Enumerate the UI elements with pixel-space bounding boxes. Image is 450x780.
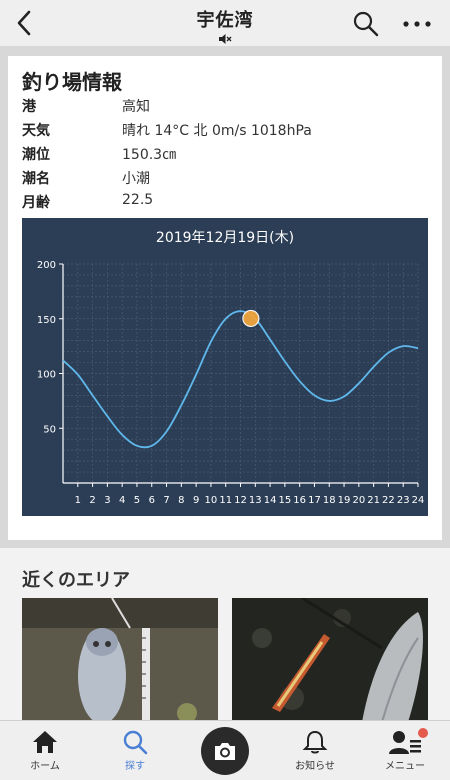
- info-label: 天気: [22, 123, 50, 139]
- nearby-photo-squid[interactable]: [22, 598, 218, 722]
- speaker-mute-icon: [219, 34, 232, 44]
- x-tick-label: 6: [149, 495, 155, 506]
- tab-label: ホーム: [30, 761, 60, 772]
- home-icon: [33, 731, 57, 753]
- info-value: 150.3㎝: [122, 147, 177, 163]
- tab-search[interactable]: 探す: [90, 721, 180, 780]
- x-tick-label: 20: [352, 495, 365, 506]
- tide-chart-svg: 2019年12月19日(木)1 2 3 4 5 6 7 8 9 10 11 12 13 14 15 16 17 1…: [37, 230, 425, 506]
- x-tick-label: 10: [205, 495, 218, 506]
- info-value: 22.5: [122, 192, 154, 208]
- tab-menu[interactable]: メニュー: [360, 721, 450, 780]
- camera-icon: [215, 743, 235, 760]
- chart-title: 2019年12月19日(木): [156, 230, 294, 246]
- x-tick-label: 14: [264, 495, 277, 506]
- info-label: 潮名: [22, 171, 50, 187]
- x-tick-label: 24: [412, 495, 425, 506]
- x-tick-label: 16: [293, 495, 306, 506]
- nearby-title: 近くのエリア: [22, 570, 130, 591]
- info-value: 小潮: [122, 171, 150, 187]
- x-tick-label: 23: [397, 495, 410, 506]
- notification-badge: [418, 728, 428, 738]
- card-title: 釣り場情報: [22, 70, 122, 94]
- x-tick-label: 1: [75, 495, 81, 506]
- tide-chart: 2019年12月19日(木) 1 2 3 4 5 6 7 8 9 10 11 12 13 14 15 16 17 1…: [22, 218, 428, 516]
- info-value: 高知: [122, 99, 150, 115]
- info-label: 月齢: [22, 195, 50, 211]
- tide-series-line: [62, 310, 419, 449]
- x-tick-label: 18: [323, 495, 336, 506]
- x-tick-label: 21: [367, 495, 380, 506]
- x-tick-label: 15: [279, 495, 292, 506]
- camera-button[interactable]: [201, 727, 249, 775]
- tab-label: メニュー: [385, 761, 425, 772]
- user-menu-icon: [389, 731, 421, 754]
- x-tick-label: 3: [104, 495, 110, 506]
- y-tick-label: 200: [37, 260, 56, 271]
- tab-label: 探す: [125, 761, 145, 772]
- tab-notifications[interactable]: お知らせ: [270, 721, 360, 780]
- x-tick-label: 12: [234, 495, 247, 506]
- info-label: 港: [22, 99, 36, 115]
- tab-label: お知らせ: [295, 761, 335, 772]
- more-dots-icon[interactable]: [400, 10, 434, 38]
- tab-home[interactable]: ホーム: [0, 721, 90, 780]
- x-tick-label: 5: [134, 495, 140, 506]
- x-tick-label: 19: [338, 495, 351, 506]
- x-tick-label: 11: [219, 495, 232, 506]
- top-bar: 宇佐湾: [0, 0, 450, 46]
- fish-photo: [232, 598, 428, 722]
- x-tick-label: 2: [89, 495, 95, 506]
- search-icon[interactable]: [352, 10, 380, 38]
- x-tick-label: 7: [163, 495, 169, 506]
- nearby-photo-fish[interactable]: [232, 598, 428, 722]
- x-tick-label: 13: [249, 495, 262, 506]
- x-tick-label: 8: [178, 495, 184, 506]
- current-tide-marker: [242, 309, 260, 328]
- x-tick-label: 4: [119, 495, 125, 506]
- info-value: 晴れ 14°C 北 0m/s 1018hPa: [122, 123, 312, 139]
- squid-photo: [22, 598, 218, 722]
- search-icon: [123, 730, 148, 755]
- bell-icon: [302, 730, 328, 754]
- info-label: 潮位: [22, 147, 50, 163]
- x-tick-label: 17: [308, 495, 321, 506]
- x-tick-label: 22: [382, 495, 395, 506]
- x-tick-label: 9: [193, 495, 199, 506]
- fishing-spot-info-card: 釣り場情報 港 高知 天気 晴れ 14°C 北 0m/s 1018hPa 潮位 …: [8, 56, 442, 540]
- y-tick-label: 100: [37, 370, 56, 381]
- page-title: 宇佐湾: [196, 10, 254, 31]
- y-tick-label: 50: [43, 424, 56, 435]
- y-tick-label: 150: [37, 315, 56, 326]
